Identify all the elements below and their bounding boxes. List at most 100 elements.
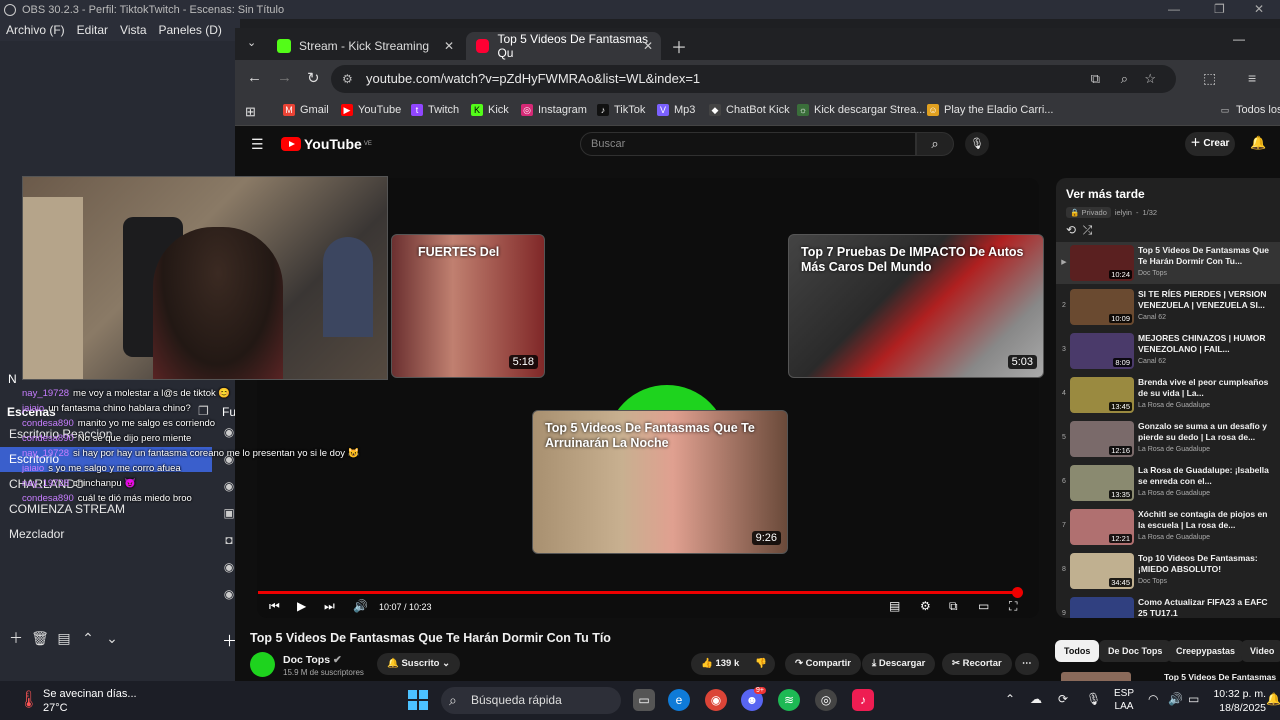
close-icon[interactable]: ✕ — [1254, 2, 1264, 16]
chip-video[interactable]: Video — [1241, 640, 1280, 662]
chrome-icon[interactable]: ◉ — [705, 689, 727, 711]
next-thumb-peek[interactable] — [1061, 672, 1131, 681]
volume-icon[interactable]: 🔊 — [1168, 692, 1183, 706]
close-tab-icon[interactable]: ✕ — [444, 39, 454, 53]
forward-icon[interactable]: → — [277, 69, 292, 86]
search-icon[interactable]: ⌕ — [916, 132, 954, 156]
bookmark-gmail[interactable]: M Gmail — [283, 104, 329, 116]
tray-sync-icon[interactable]: ⟳ — [1058, 692, 1068, 706]
task-view-icon[interactable]: ▭ — [633, 689, 655, 711]
endcard-video-3[interactable]: Top 5 Videos De Fantasmas Que Te Arruina… — [532, 410, 788, 554]
tab-search-icon[interactable]: ⌄ — [247, 36, 256, 49]
endcard-video-2[interactable]: Top 7 Pruebas De IMPACTO De Autos Más Ca… — [788, 234, 1044, 378]
fullscreen-icon[interactable]: ⛶ — [1009, 599, 1017, 614]
menu-archivo[interactable]: Archivo (F) — [0, 23, 71, 37]
progress-bar[interactable] — [258, 587, 1023, 598]
playlist-item[interactable]: 8 34:45 Top 10 Videos De Fantasmas: ¡MIEDO… — [1056, 550, 1280, 592]
bookmark-eladio[interactable]: ☺ Play the Eladio Carri... — [927, 104, 1053, 116]
playlist-thumbnail[interactable]: 8:09 — [1070, 333, 1134, 369]
playlist-thumbnail[interactable]: 12:21 — [1070, 509, 1134, 545]
playlist-thumbnail[interactable]: 10:09 — [1070, 289, 1134, 325]
playlist-thumbnail[interactable]: 10:24 — [1070, 245, 1134, 281]
shuffle-icon[interactable]: ⤮ — [1083, 223, 1093, 237]
playlist-item[interactable]: 6 13:35 La Rosa de Guadalupe: ¡Isabella se… — [1056, 462, 1280, 504]
playlist-thumbnail[interactable]: 12:16 — [1070, 421, 1134, 457]
scrubber-handle[interactable] — [1012, 587, 1023, 598]
tray-mic-icon[interactable]: 🎙 — [1086, 692, 1101, 706]
search-input[interactable]: Buscar — [580, 132, 916, 156]
all-bookmarks[interactable]: ▭ Todos los — [1219, 104, 1280, 116]
playlist-item[interactable]: 3 8:09 MEJORES CHINAZOS | HUMOR VENEZOLANO… — [1056, 330, 1280, 372]
site-info-icon[interactable]: ⚙ — [342, 65, 353, 93]
bookmark-kick[interactable]: K Kick — [471, 104, 509, 116]
back-icon[interactable]: ← — [247, 69, 262, 86]
channel-avatar[interactable] — [250, 652, 275, 677]
youtube-logo[interactable]: YouTube VE — [281, 136, 372, 152]
settings-gear-icon[interactable]: ⚙ — [920, 599, 931, 613]
channel-name[interactable]: Doc Tops ✔ — [283, 654, 342, 666]
bookmark-star-icon[interactable]: ☆ — [1144, 65, 1156, 93]
playlist-thumbnail[interactable] — [1070, 597, 1134, 618]
playlist-thumbnail[interactable]: 34:45 — [1070, 553, 1134, 589]
playlist-item[interactable]: 5 12:16 Gonzalo se suma a un desafío y pie… — [1056, 418, 1280, 460]
close-tab-icon[interactable]: ✕ — [643, 39, 653, 53]
taskbar-search[interactable]: ⌕ Búsqueda rápida — [441, 687, 621, 714]
minimize-icon[interactable]: — — [1168, 2, 1180, 16]
menu-vista[interactable]: Vista — [114, 23, 152, 37]
bookmark-mp3[interactable]: V Mp3 — [657, 104, 695, 116]
remove-scene-icon[interactable]: 🗑 — [30, 628, 50, 648]
bell-icon[interactable]: 🔔 — [1250, 135, 1266, 151]
playlist-item[interactable]: 7 12:21 Xóchitl se contagia de piojos en l… — [1056, 506, 1280, 548]
playlist-item[interactable]: 9 Como Actualizar FIFA23 a EAFC 25 TU17.1 — [1056, 594, 1280, 618]
playlist-item[interactable]: 2 10:09 SI TE RÍES PIERDES | VERSION VENEZ… — [1056, 286, 1280, 328]
notification-icon[interactable]: 🔔 — [1266, 692, 1280, 706]
tab-kick[interactable]: Stream - Kick Streaming ✕ — [267, 32, 462, 60]
playlist-item[interactable]: 4 13:45 Brenda vive el peor cumpleaños de … — [1056, 374, 1280, 416]
dislike-icon[interactable]: 👎 — [747, 653, 775, 675]
tab-youtube[interactable]: Top 5 Videos De Fantasmas Qu ✕ — [466, 32, 661, 60]
microphone-icon[interactable]: 🎙 — [965, 132, 989, 156]
weather-icon[interactable]: 🌡 — [18, 690, 40, 710]
start-windows-icon[interactable] — [408, 690, 428, 710]
restore-icon[interactable]: ❐ — [1214, 2, 1225, 16]
bookmark-twitch[interactable]: t Twitch — [411, 104, 459, 116]
play-icon[interactable]: ▶ — [297, 599, 306, 613]
miniplayer-icon[interactable]: ⧉ — [949, 599, 958, 614]
extensions-icon[interactable]: ⬚ — [1203, 70, 1216, 87]
more-actions-icon[interactable]: ⋯ — [1015, 653, 1039, 675]
volume-icon[interactable]: 🔊 — [353, 599, 368, 613]
language-indicator[interactable]: ESP LAA — [1114, 687, 1134, 713]
menu-paneles[interactable]: Paneles (D) — [153, 23, 228, 37]
move-up-icon[interactable]: ⌃ — [78, 628, 98, 648]
endcard-video-1[interactable]: FUERTES Del 5:18 — [391, 234, 545, 378]
clock[interactable]: 10:32 p. m. 18/8/2025 — [1206, 687, 1266, 715]
create-button[interactable]: ＋ Crear — [1185, 132, 1235, 156]
loop-icon[interactable]: ⟲ — [1066, 223, 1076, 237]
battery-icon[interactable]: ▭ — [1188, 692, 1199, 706]
bookmark-kick-descargar[interactable]: ☼ Kick descargar Strea... — [797, 104, 925, 116]
bookmark-chatbot-kick[interactable]: ◆ ChatBot Kick — [709, 104, 790, 116]
subscribed-button[interactable]: 🔔 Suscrito ⌄ — [377, 653, 461, 675]
install-app-icon[interactable]: ⧉ — [1091, 65, 1100, 93]
clip-button[interactable]: ✂ Recortar — [942, 653, 1012, 675]
minimize-icon[interactable]: — — [1233, 32, 1245, 46]
apps-grid-icon[interactable]: ⊞ — [245, 104, 256, 120]
chip-todos[interactable]: Todos — [1055, 640, 1100, 662]
tiktok-live-icon[interactable]: ♪ — [852, 689, 874, 711]
like-button[interactable]: 👍 139 k — [691, 653, 748, 675]
new-tab-icon[interactable]: ＋ — [671, 34, 687, 58]
filters-icon[interactable]: ▤ — [54, 628, 74, 648]
playlist-thumbnail[interactable]: 13:35 — [1070, 465, 1134, 501]
add-scene-icon[interactable]: ＋ — [6, 628, 26, 648]
download-button[interactable]: ⤓ Descargar — [862, 653, 936, 675]
obs-icon[interactable]: ◎ — [815, 689, 837, 711]
theater-mode-icon[interactable]: ▭ — [978, 599, 989, 613]
previous-icon[interactable]: ⏮ — [269, 599, 280, 614]
reload-icon[interactable]: ↻ — [307, 69, 320, 87]
spotify-icon[interactable]: ≋ — [778, 689, 800, 711]
edge-icon[interactable]: e — [668, 689, 690, 711]
bookmark-tiktok[interactable]: ♪ TikTok — [597, 104, 645, 116]
move-down-icon[interactable]: ⌄ — [102, 628, 122, 648]
subtitles-icon[interactable]: ▤ — [889, 599, 900, 613]
zoom-icon[interactable]: ⌕ — [1121, 65, 1128, 93]
